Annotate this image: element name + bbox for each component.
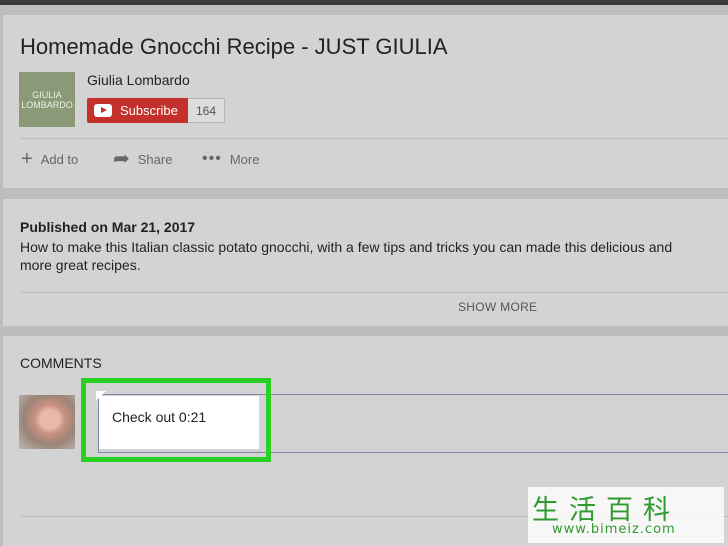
- subscriber-count: 164: [188, 98, 225, 123]
- subscribe-label: Subscribe: [120, 103, 178, 118]
- youtube-play-icon: [94, 104, 112, 117]
- share-button[interactable]: ➦ Share: [113, 149, 172, 169]
- subscribe-button[interactable]: Subscribe: [87, 98, 188, 123]
- highlight-box: [81, 378, 271, 462]
- divider: [20, 138, 728, 139]
- more-label: More: [229, 151, 260, 167]
- video-player-edge: [0, 0, 728, 5]
- channel-avatar[interactable]: GIULIA LOMBARDO: [19, 72, 75, 127]
- description-card: Published on Mar 21, 2017 How to make th…: [3, 199, 728, 326]
- add-to-label: Add to: [40, 151, 79, 167]
- share-arrow-icon: ➦: [113, 148, 130, 170]
- watermark-url: www.bimeiz.com: [552, 522, 676, 537]
- comments-heading: COMMENTS: [20, 355, 102, 371]
- description-line-1: How to make this Italian classic potato …: [20, 239, 673, 255]
- show-more-button[interactable]: SHOW MORE: [458, 300, 537, 314]
- add-to-button[interactable]: + Add to: [21, 149, 78, 169]
- more-button[interactable]: ••• More: [202, 149, 259, 169]
- video-title: Homemade Gnocchi Recipe - JUST GIULIA: [20, 34, 448, 59]
- plus-icon: +: [21, 148, 33, 170]
- channel-name-link[interactable]: Giulia Lombardo: [87, 72, 190, 88]
- share-label: Share: [137, 151, 173, 167]
- channel-logo-text: GIULIA LOMBARDO: [21, 89, 73, 110]
- video-info-card: Homemade Gnocchi Recipe - JUST GIULIA GI…: [3, 15, 728, 188]
- more-dots-icon: •••: [202, 150, 222, 167]
- divider: [20, 292, 728, 293]
- watermark: 生活百科 www.bimeiz.com: [528, 487, 724, 543]
- published-date: Published on Mar 21, 2017: [20, 219, 196, 235]
- description-line-2: more great recipes.: [20, 257, 141, 273]
- user-avatar: [19, 395, 75, 449]
